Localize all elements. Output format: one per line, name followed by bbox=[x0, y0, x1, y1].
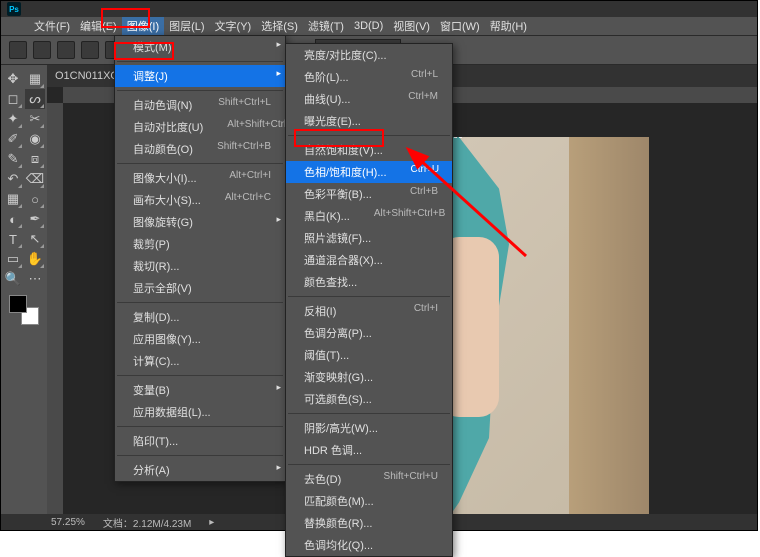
menu-black-white[interactable]: 黑白(K)...Alt+Shift+Ctrl+B bbox=[286, 205, 452, 227]
tool-preset-icon[interactable] bbox=[9, 41, 27, 59]
zoom-tool[interactable]: 🔍 bbox=[3, 269, 23, 289]
menu-replace-color[interactable]: 替换颜色(R)... bbox=[286, 512, 452, 534]
path-select-tool[interactable]: ↖ bbox=[25, 229, 45, 249]
menu-mode[interactable]: 模式(M) bbox=[115, 36, 285, 58]
menu-trap[interactable]: 陷印(T)... bbox=[115, 430, 285, 452]
menu-calculations[interactable]: 计算(C)... bbox=[115, 350, 285, 372]
menu-trim[interactable]: 裁切(R)... bbox=[115, 255, 285, 277]
edit-toolbar[interactable]: ⋯ bbox=[25, 269, 45, 289]
menu-hue-saturation[interactable]: 色相/饱和度(H)...Ctrl+U bbox=[286, 161, 452, 183]
ruler-vertical bbox=[47, 103, 63, 514]
menu-canvas-size[interactable]: 画布大小(S)...Alt+Ctrl+C bbox=[115, 189, 285, 211]
menu-view[interactable]: 视图(V) bbox=[388, 17, 435, 35]
zoom-level[interactable]: 57.25% bbox=[51, 517, 85, 528]
menu-3d[interactable]: 3D(D) bbox=[349, 19, 388, 33]
menu-edit[interactable]: 编辑(E) bbox=[75, 17, 122, 35]
menu-filter[interactable]: 滤镜(T) bbox=[303, 17, 349, 35]
image-wall bbox=[569, 137, 649, 514]
app-logo: Ps bbox=[7, 2, 21, 16]
menu-apply-data[interactable]: 应用数据组(L)... bbox=[115, 401, 285, 423]
titlebar: Ps bbox=[1, 1, 757, 17]
menu-gradient-map[interactable]: 渐变映射(G)... bbox=[286, 366, 452, 388]
quick-select-tool[interactable]: ✦ bbox=[3, 109, 23, 129]
menu-photo-filter[interactable]: 照片滤镜(F)... bbox=[286, 227, 452, 249]
adjustments-submenu[interactable]: 亮度/对比度(C)... 色阶(L)...Ctrl+L 曲线(U)...Ctrl… bbox=[285, 43, 453, 557]
toolbox: ✥▦ ◻ᔕ ✦✂ ✐◉ ✎⧈ ↶⌫ ▦○ ◐✒ T↖ ▭✋ 🔍⋯ bbox=[1, 65, 47, 514]
menu-brightness-contrast[interactable]: 亮度/对比度(C)... bbox=[286, 44, 452, 66]
menu-color-lookup[interactable]: 颜色查找... bbox=[286, 271, 452, 293]
stamp-tool[interactable]: ⧈ bbox=[25, 149, 45, 169]
pen-tool[interactable]: ✒ bbox=[25, 209, 45, 229]
menu-help[interactable]: 帮助(H) bbox=[485, 17, 532, 35]
crop-tool[interactable]: ✂ bbox=[25, 109, 45, 129]
menu-equalize[interactable]: 色调均化(Q)... bbox=[286, 534, 452, 556]
image-menu-dropdown[interactable]: 模式(M) 调整(J) 自动色调(N)Shift+Ctrl+L 自动对比度(U)… bbox=[114, 35, 286, 482]
foreground-color[interactable] bbox=[9, 295, 27, 313]
doc-size: 文档：2.12M/4.23M bbox=[103, 515, 191, 530]
menu-shadows-highlights[interactable]: 阴影/高光(W)... bbox=[286, 417, 452, 439]
menu-posterize[interactable]: 色调分离(P)... bbox=[286, 322, 452, 344]
menu-curves[interactable]: 曲线(U)...Ctrl+M bbox=[286, 88, 452, 110]
menu-channel-mixer[interactable]: 通道混合器(X)... bbox=[286, 249, 452, 271]
dodge-tool[interactable]: ◐ bbox=[3, 209, 23, 229]
menu-image[interactable]: 图像(I) bbox=[122, 17, 164, 35]
move-tool[interactable]: ✥ bbox=[3, 69, 23, 89]
menu-hdr-toning[interactable]: HDR 色调... bbox=[286, 439, 452, 461]
menu-auto-tone[interactable]: 自动色调(N)Shift+Ctrl+L bbox=[115, 94, 285, 116]
menu-analysis[interactable]: 分析(A) bbox=[115, 459, 285, 481]
spot-heal-tool[interactable]: ◉ bbox=[25, 129, 45, 149]
menu-layer[interactable]: 图层(L) bbox=[164, 17, 209, 35]
menu-desaturate[interactable]: 去色(D)Shift+Ctrl+U bbox=[286, 468, 452, 490]
menu-selective-color[interactable]: 可选颜色(S)... bbox=[286, 388, 452, 410]
menu-window[interactable]: 窗口(W) bbox=[435, 17, 485, 35]
menu-vibrance[interactable]: 自然饱和度(V)... bbox=[286, 139, 452, 161]
menu-auto-color[interactable]: 自动颜色(O)Shift+Ctrl+B bbox=[115, 138, 285, 160]
menu-levels[interactable]: 色阶(L)...Ctrl+L bbox=[286, 66, 452, 88]
menu-apply-image[interactable]: 应用图像(Y)... bbox=[115, 328, 285, 350]
menu-exposure[interactable]: 曝光度(E)... bbox=[286, 110, 452, 132]
menu-auto-contrast[interactable]: 自动对比度(U)Alt+Shift+Ctrl+L bbox=[115, 116, 285, 138]
menu-select[interactable]: 选择(S) bbox=[256, 17, 303, 35]
menu-threshold[interactable]: 阈值(T)... bbox=[286, 344, 452, 366]
menubar[interactable]: 文件(F) 编辑(E) 图像(I) 图层(L) 文字(Y) 选择(S) 滤镜(T… bbox=[1, 17, 757, 35]
artboard-tool[interactable]: ▦ bbox=[25, 69, 45, 89]
selection-add-icon[interactable] bbox=[57, 41, 75, 59]
menu-file[interactable]: 文件(F) bbox=[29, 17, 75, 35]
eraser-tool[interactable]: ⌫ bbox=[25, 169, 45, 189]
menu-variables[interactable]: 变量(B) bbox=[115, 379, 285, 401]
menu-type[interactable]: 文字(Y) bbox=[210, 17, 257, 35]
gradient-tool[interactable]: ▦ bbox=[3, 189, 23, 209]
menu-adjustments[interactable]: 调整(J) bbox=[115, 65, 285, 87]
selection-mode-icon[interactable] bbox=[33, 41, 51, 59]
menu-invert[interactable]: 反相(I)Ctrl+I bbox=[286, 300, 452, 322]
brush-tool[interactable]: ✎ bbox=[3, 149, 23, 169]
hand-tool[interactable]: ✋ bbox=[25, 249, 45, 269]
type-tool[interactable]: T bbox=[3, 229, 23, 249]
color-swatches[interactable] bbox=[9, 295, 39, 325]
menu-image-rotation[interactable]: 图像旋转(G) bbox=[115, 211, 285, 233]
eyedropper-tool[interactable]: ✐ bbox=[3, 129, 23, 149]
menu-crop[interactable]: 裁剪(P) bbox=[115, 233, 285, 255]
menu-reveal-all[interactable]: 显示全部(V) bbox=[115, 277, 285, 299]
menu-match-color[interactable]: 匹配颜色(M)... bbox=[286, 490, 452, 512]
history-brush-tool[interactable]: ↶ bbox=[3, 169, 23, 189]
selection-subtract-icon[interactable] bbox=[81, 41, 99, 59]
menu-duplicate[interactable]: 复制(D)... bbox=[115, 306, 285, 328]
menu-image-size[interactable]: 图像大小(I)...Alt+Ctrl+I bbox=[115, 167, 285, 189]
status-arrow-icon[interactable]: ▸ bbox=[209, 517, 214, 528]
lasso-tool[interactable]: ᔕ bbox=[25, 89, 45, 109]
menu-color-balance[interactable]: 色彩平衡(B)...Ctrl+B bbox=[286, 183, 452, 205]
shape-tool[interactable]: ▭ bbox=[3, 249, 23, 269]
blur-tool[interactable]: ○ bbox=[25, 189, 45, 209]
marquee-tool[interactable]: ◻ bbox=[3, 89, 23, 109]
